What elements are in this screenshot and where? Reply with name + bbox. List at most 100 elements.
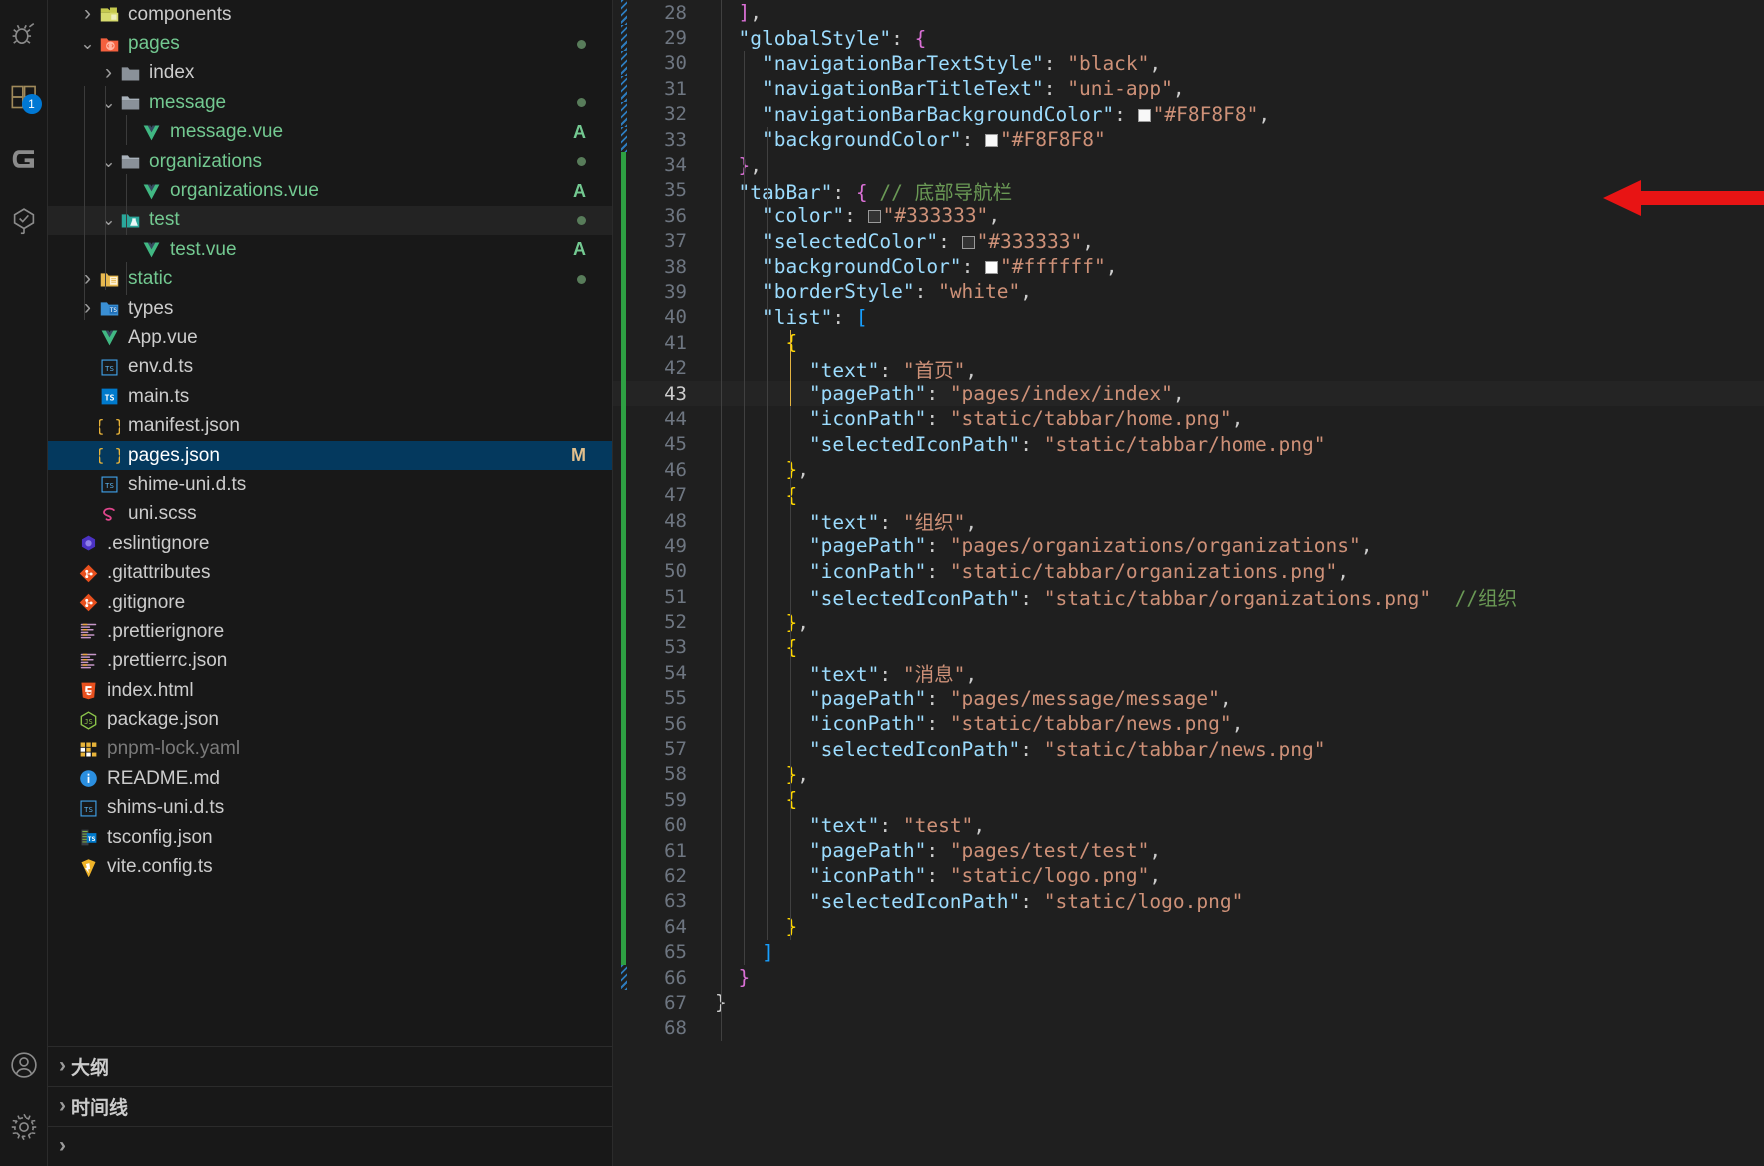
code-line[interactable]: 47 { — [613, 482, 1764, 508]
code-line[interactable]: 51 "selectedIconPath": "static/tabbar/or… — [613, 583, 1764, 610]
chevron-right-icon[interactable]: › — [100, 62, 117, 83]
code-line[interactable]: 39 "borderStyle": "white", — [613, 279, 1764, 305]
tree-item-label: index — [149, 62, 195, 84]
tree-file-item[interactable]: ›TSmain.ts — [48, 382, 612, 411]
tree-file-item[interactable]: ›JSpackage.json — [48, 705, 612, 734]
tree-file-item[interactable]: ›index.html — [48, 676, 612, 705]
tree-file-item[interactable]: ›test.vueA — [48, 235, 612, 264]
code-line[interactable]: 57 "selectedIconPath": "static/tabbar/ne… — [613, 736, 1764, 762]
code-line[interactable]: 29 "globalStyle": { — [613, 25, 1764, 51]
code-line[interactable]: 31 "navigationBarTitleText": "uni-app", — [613, 76, 1764, 102]
code-line[interactable]: 60 "text": "test", — [613, 812, 1764, 838]
tree-file-item[interactable]: ›uni.scss — [48, 500, 612, 529]
code-line[interactable]: 65 ] — [613, 939, 1764, 965]
accounts-icon[interactable] — [0, 1034, 48, 1096]
tree-file-item[interactable]: ›.prettierignore — [48, 617, 612, 646]
code-line[interactable]: 68 — [613, 1016, 1764, 1041]
code-text: ], — [738, 1, 762, 25]
code-line[interactable]: 54 "text": "消息", — [613, 660, 1764, 686]
sidebar-panel-header[interactable]: › 时间线 — [48, 1086, 612, 1126]
sidebar-panel-header[interactable]: › — [48, 1126, 612, 1166]
code-line[interactable]: 44 "iconPath": "static/tabbar/home.png", — [613, 406, 1764, 432]
code-line[interactable]: 50 "iconPath": "static/tabbar/organizati… — [613, 558, 1764, 584]
code-line[interactable]: 48 "text": "组织", — [613, 507, 1764, 534]
code-line[interactable]: 28 ], — [613, 0, 1764, 26]
tree-file-item[interactable]: ›message.vueA — [48, 118, 612, 147]
chevron-right-icon[interactable]: › — [54, 1135, 71, 1156]
diff-gutter-marker — [613, 761, 635, 788]
code-line[interactable]: 37 "selectedColor": "#333333", — [613, 228, 1764, 254]
code-line[interactable]: 46 }, — [613, 457, 1764, 483]
chevron-right-icon[interactable]: › — [54, 1055, 71, 1076]
chevron-down-icon[interactable]: ⌄ — [100, 211, 117, 228]
code-line[interactable]: 56 "iconPath": "static/tabbar/news.png", — [613, 710, 1764, 737]
code-line[interactable]: 42 "text": "首页", — [613, 355, 1764, 382]
code-line[interactable]: 36 "color": "#333333", — [613, 203, 1764, 229]
chevron-right-icon[interactable]: › — [79, 297, 96, 318]
code-lines[interactable]: 28 ], 29 "globalStyle": {30 "navigationBa… — [613, 0, 1764, 1042]
run-and-debug-icon[interactable] — [0, 4, 48, 66]
code-line[interactable]: 49 "pagePath": "pages/organizations/orga… — [613, 533, 1764, 559]
tree-checkmark-icon[interactable] — [0, 190, 48, 252]
sidebar-panel-header[interactable]: › 大纲 — [48, 1046, 612, 1086]
code-line[interactable]: 67} — [613, 990, 1764, 1015]
line-number: 45 — [664, 433, 687, 456]
chevron-right-icon[interactable]: › — [79, 268, 96, 289]
chevron-right-icon[interactable]: › — [79, 3, 96, 24]
code-text: { — [785, 788, 798, 812]
extensions-icon[interactable]: 1 — [0, 66, 48, 128]
chevron-down-icon[interactable]: ⌄ — [79, 35, 96, 52]
chevron-down-icon[interactable]: ⌄ — [100, 152, 117, 169]
code-line[interactable]: 34 }, — [613, 152, 1764, 178]
code-editor[interactable]: 28 ], 29 "globalStyle": {30 "navigationBa… — [613, 0, 1764, 1166]
code-line[interactable]: 64 } — [613, 914, 1764, 940]
tree-file-item[interactable]: ›pnpm-lock.yaml — [48, 735, 612, 764]
tree-folder-item[interactable]: ⌄ pages — [48, 29, 612, 58]
tree-file-item[interactable]: ›{ }pages.jsonM — [48, 440, 612, 471]
tree-file-item[interactable]: ›vite.config.ts — [48, 852, 612, 881]
tree-file-item[interactable]: ›.eslintignore — [48, 529, 612, 558]
code-line[interactable]: 35 "tabBar": { // 底部导航栏 — [613, 177, 1764, 204]
code-line[interactable]: 58 }, — [613, 761, 1764, 788]
code-line[interactable]: 45 "selectedIconPath": "static/tabbar/ho… — [613, 431, 1764, 458]
tree-file-item[interactable]: ›TSshims-uni.d.ts — [48, 794, 612, 823]
chevron-right-icon[interactable]: › — [54, 1095, 71, 1116]
code-line[interactable]: 62 "iconPath": "static/logo.png", — [613, 863, 1764, 889]
tree-folder-item[interactable]: ⌄ message — [48, 88, 612, 117]
code-line[interactable]: 63 "selectedIconPath": "static/logo.png" — [613, 888, 1764, 915]
tree-file-item[interactable]: ›.gitignore — [48, 588, 612, 617]
code-line[interactable]: 53 { — [613, 634, 1764, 661]
tree-folder-item[interactable]: › TS types — [48, 294, 612, 323]
tree-file-item[interactable]: ›TStsconfig.json — [48, 823, 612, 852]
tree-folder-item[interactable]: › index — [48, 59, 612, 88]
code-line[interactable]: 66 } — [613, 964, 1764, 991]
chevron-down-icon[interactable]: ⌄ — [100, 94, 117, 111]
tree-file-item[interactable]: ›TSenv.d.ts — [48, 353, 612, 382]
tree-file-item[interactable]: ›TSshime-uni.d.ts — [48, 470, 612, 499]
tree-folder-item[interactable]: › components — [48, 0, 612, 29]
code-line[interactable]: 30 "navigationBarTextStyle": "black", — [613, 50, 1764, 77]
diff-gutter-marker — [613, 330, 635, 356]
settings-gear-icon[interactable] — [0, 1096, 48, 1158]
code-line[interactable]: 52 }, — [613, 609, 1764, 635]
gitlens-icon[interactable] — [0, 128, 48, 190]
code-line[interactable]: 55 "pagePath": "pages/message/message", — [613, 685, 1764, 711]
tree-file-item[interactable]: ›App.vue — [48, 323, 612, 352]
code-line[interactable]: 32 "navigationBarBackgroundColor": "#F8F… — [613, 101, 1764, 127]
file-tree[interactable]: › components ⌄ pages › index ⌄ message › message.… — [48, 0, 612, 1046]
code-line[interactable]: 61 "pagePath": "pages/test/test", — [613, 837, 1764, 864]
code-line[interactable]: 59 { — [613, 787, 1764, 813]
tree-file-item[interactable]: ›.gitattributes — [48, 558, 612, 587]
tree-file-item[interactable]: ›organizations.vueA — [48, 176, 612, 205]
tree-file-item[interactable]: ›{ }manifest.json — [48, 411, 612, 440]
tree-file-item[interactable]: ›.prettierrc.json — [48, 647, 612, 676]
code-line[interactable]: 40 "list": [ — [613, 304, 1764, 331]
tree-folder-item[interactable]: ⌄ organizations — [48, 147, 612, 176]
tree-folder-item[interactable]: ⌄ test — [48, 205, 612, 236]
tree-folder-item[interactable]: › static — [48, 265, 612, 294]
code-line[interactable]: 33 "backgroundColor": "#F8F8F8" — [613, 126, 1764, 153]
tree-file-item[interactable]: ›README.md — [48, 764, 612, 793]
code-line[interactable]: 43 "pagePath": "pages/index/index", — [613, 380, 1764, 407]
code-line[interactable]: 38 "backgroundColor": "#ffffff", — [613, 253, 1764, 280]
code-line[interactable]: 41 { — [613, 330, 1764, 356]
